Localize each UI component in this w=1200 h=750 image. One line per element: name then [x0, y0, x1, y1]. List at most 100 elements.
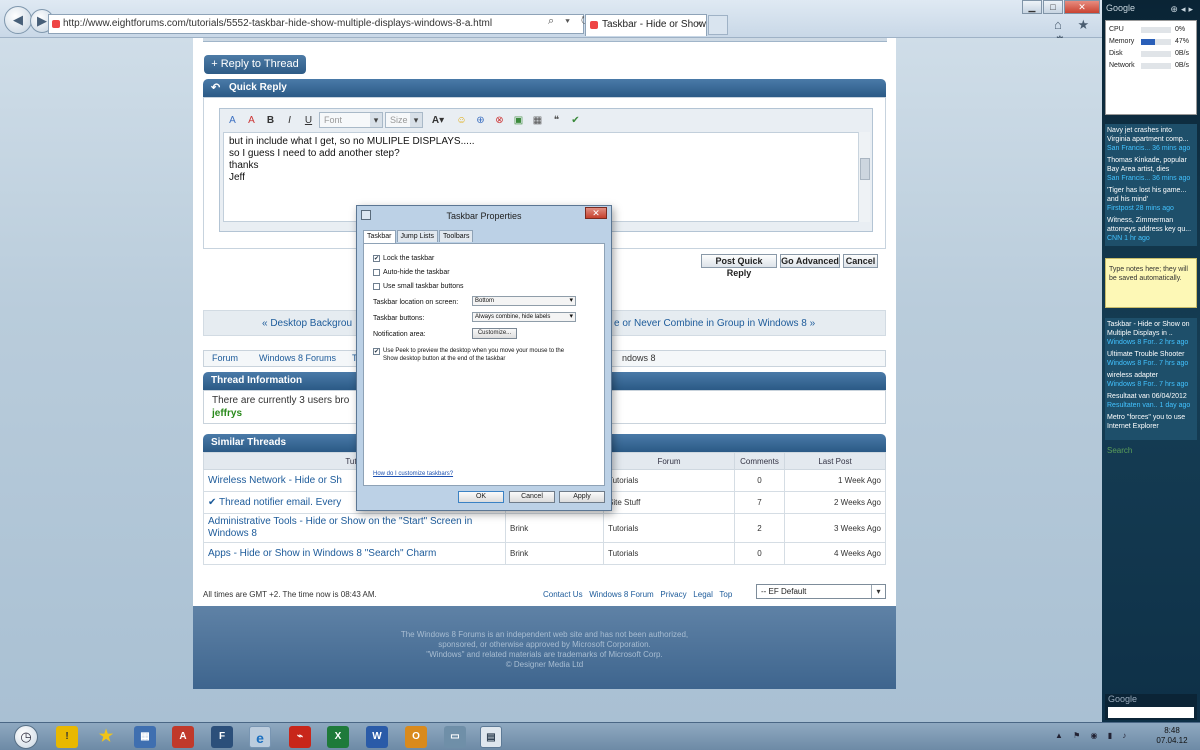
news-item[interactable]: 'Tiger has lost his game... and his mind… [1107, 186, 1195, 213]
word-icon[interactable]: W [366, 726, 388, 748]
breadcrumb-windows8[interactable]: Windows 8 Forums [259, 351, 336, 366]
peek-checkbox[interactable]: ✔ [373, 348, 380, 355]
auto-hide-checkbox[interactable] [373, 268, 380, 276]
peek-text-2: Show desktop button at the end of the ta… [383, 356, 506, 362]
taskbar-buttons-select[interactable]: Always combine, hide labels [472, 312, 576, 322]
dialog-cancel-button[interactable]: Cancel [509, 491, 555, 503]
thread-title-link[interactable]: Apps - Hide or Show in Windows 8 "Search… [203, 542, 506, 565]
privacy-link[interactable]: Privacy [660, 590, 686, 599]
sidebar-controls-icon[interactable]: ⊕◂▸ [1170, 2, 1196, 16]
clock[interactable]: 8:48 07.04.12 [1154, 726, 1190, 746]
favorites-star-icon[interactable]: ★ [95, 726, 117, 748]
news-item[interactable]: Thomas Kinkade, popular Bay Area artist,… [1107, 156, 1195, 183]
video-icon[interactable]: ▦ [529, 112, 546, 129]
reply-to-thread-button[interactable]: + Reply to Thread [204, 55, 306, 74]
cancel-reply-button[interactable]: Cancel [843, 254, 878, 268]
feed-item[interactable]: Resultaat van 06/04/2012 Resultaten van..… [1107, 392, 1195, 410]
excel-icon[interactable]: X [327, 726, 349, 748]
font-app-icon[interactable]: A [172, 726, 194, 748]
new-tab-button[interactable] [708, 15, 728, 35]
meter-name: CPU [1109, 26, 1124, 33]
close-window-button[interactable]: ✕ [1064, 0, 1100, 14]
remove-format-icon[interactable]: A [224, 112, 241, 129]
next-thread-link[interactable]: e or Never Combine in Group in Windows 8… [614, 311, 815, 335]
search-gadget-label[interactable]: Search [1107, 446, 1132, 455]
auto-hide-option[interactable]: Auto-hide the taskbar [373, 268, 450, 277]
lock-taskbar-option[interactable]: ✔ Lock the taskbar [373, 254, 434, 263]
switch-mode-icon[interactable]: A [243, 112, 260, 129]
google-search-input[interactable] [1108, 707, 1194, 718]
customize-button[interactable]: Customize... [472, 328, 517, 339]
tab-taskbar[interactable]: Taskbar [363, 230, 396, 243]
style-select[interactable]: -- EF Default [756, 584, 886, 599]
tab-toolbars[interactable]: Toolbars [438, 230, 474, 242]
location-select[interactable]: Bottom [472, 296, 576, 306]
feed-title: Ultimate Trouble Shooter [1107, 351, 1185, 358]
feed-title: Metro "forces" you to use Internet Explo… [1107, 414, 1186, 430]
tab-close-icon[interactable]: × [696, 15, 702, 35]
small-buttons-option[interactable]: Use small taskbar buttons [373, 282, 464, 291]
unlink-icon[interactable]: ⊗ [491, 112, 508, 129]
news-item[interactable]: Witness, Zimmerman attorneys address key… [1107, 216, 1195, 243]
legal-link[interactable]: Legal [693, 590, 713, 599]
text-color-icon[interactable]: A▾ [425, 112, 451, 129]
scroll-thumb[interactable] [860, 158, 870, 180]
gadget-sidebar: Google ⊕◂▸ CPU 0% Memory 47% Disk 0B/s Netw… [1102, 0, 1200, 722]
browser-tab[interactable]: Taskbar - Hide or Show on ... × [585, 14, 707, 36]
quote-icon[interactable]: ❝ [548, 112, 565, 129]
address-bar[interactable]: http://www.eightforums.com/tutorials/555… [48, 14, 584, 34]
taskbar-properties-dialog: Taskbar Properties ✕ Taskbar Jump Lists … [356, 205, 612, 511]
feed-item[interactable]: Ultimate Trouble Shooter Windows 8 For.. … [1107, 350, 1195, 368]
internet-explorer-icon[interactable]: e [249, 726, 271, 748]
smiley-icon[interactable]: ☺ [453, 112, 470, 129]
lock-taskbar-checkbox[interactable]: ✔ [373, 254, 380, 262]
meter-bar [1141, 63, 1171, 69]
peek-option[interactable]: ✔ Use Peek to preview the desktop when yo… [373, 347, 564, 365]
start-button[interactable]: ◷ [14, 725, 38, 749]
go-advanced-button[interactable]: Go Advanced [780, 254, 840, 268]
pdf-reader-icon[interactable]: ⌁ [289, 726, 311, 748]
thread-forum: Site Stuff [603, 491, 735, 514]
thread-title-link[interactable]: Administrative Tools - Hide or Show on t… [203, 513, 506, 543]
font-select[interactable]: Font [319, 112, 383, 128]
outlook-icon[interactable]: O [405, 726, 427, 748]
security-app-icon[interactable]: ! [56, 726, 78, 748]
feed-item[interactable]: wireless adapter Windows 8 For.. 7 hrs ag… [1107, 371, 1195, 389]
back-button[interactable]: ◀ [4, 6, 32, 34]
italic-icon[interactable]: I [281, 112, 298, 129]
minimize-button[interactable]: ▁ [1022, 0, 1042, 14]
windows8-forum-link[interactable]: Windows 8 Forum [589, 590, 653, 599]
thread-comments: 7 [734, 491, 785, 514]
image-icon[interactable]: ▣ [510, 112, 527, 129]
bold-icon[interactable]: B [262, 112, 279, 129]
network-app-icon[interactable]: ▦ [134, 726, 156, 748]
tab-jump-lists[interactable]: Jump Lists [396, 230, 438, 242]
size-select[interactable]: Size [385, 112, 423, 128]
underline-icon[interactable]: U [300, 112, 317, 129]
feed-item[interactable]: Metro "forces" you to use Internet Explo… [1107, 413, 1195, 431]
ftp-app-icon[interactable]: F [211, 726, 233, 748]
link-icon[interactable]: ⊕ [472, 112, 489, 129]
editor-scrollbar[interactable] [858, 132, 870, 222]
breadcrumb-forum[interactable]: Forum [212, 351, 238, 366]
apply-button[interactable]: Apply [559, 491, 605, 503]
taskbar-properties-task-icon[interactable]: ▤ [480, 726, 502, 748]
news-headlines-gadget: Navy jet crashes into Virginia apartment… [1105, 124, 1197, 246]
feed-item[interactable]: Taskbar - Hide or Show on Multiple Displ… [1107, 320, 1195, 347]
spellcheck-icon[interactable]: ✔ [567, 112, 584, 129]
system-tray-icons[interactable]: ▲ ⚑ ◉ ▮ ♪ [1055, 731, 1130, 740]
notes-gadget[interactable]: Type notes here; they will be saved auto… [1105, 258, 1197, 308]
maximize-button[interactable]: □ [1043, 0, 1063, 14]
top-link[interactable]: Top [719, 590, 732, 599]
post-quick-reply-button[interactable]: Post Quick Reply [701, 254, 777, 278]
previous-thread-link[interactable]: « Desktop Backgrou [262, 311, 352, 335]
col-forum: Forum [603, 452, 735, 470]
ok-button[interactable]: OK [458, 491, 504, 503]
dialog-close-button[interactable]: ✕ [585, 207, 607, 219]
news-item[interactable]: Navy jet crashes into Virginia apartment… [1107, 126, 1195, 153]
contact-us-link[interactable]: Contact Us [543, 590, 583, 599]
small-buttons-checkbox[interactable] [373, 282, 380, 290]
thread-starter: Brink [505, 542, 604, 565]
help-link[interactable]: How do I customize taskbars? [373, 471, 453, 477]
explorer-icon[interactable]: ▭ [444, 726, 466, 748]
